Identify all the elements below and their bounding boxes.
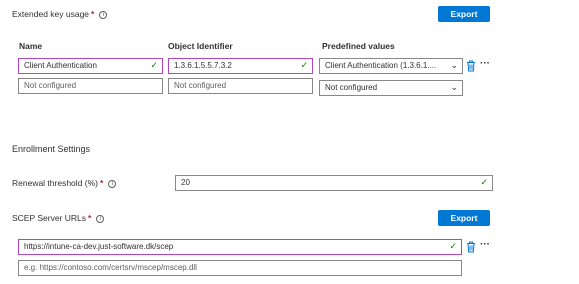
column-header-predefined: Predefined values (322, 41, 395, 51)
eku-predefined-dropdown-new[interactable]: Not configured ⌄ (319, 80, 463, 96)
eku-oid-placeholder: Not configured (174, 81, 227, 90)
required-marker: * (99, 178, 104, 188)
scep-url-input[interactable]: https://intune-ca-dev.just-software.dk/s… (18, 239, 462, 255)
eku-predefined-placeholder: Not configured (325, 83, 378, 92)
eku-name-input-new[interactable]: Not configured (18, 78, 163, 94)
column-header-oid: Object Identifier (168, 41, 233, 51)
trash-icon[interactable] (466, 241, 476, 253)
trash-icon[interactable] (466, 60, 476, 72)
checkmark-icon: ✓ (300, 61, 308, 71)
info-icon[interactable]: i (96, 215, 105, 223)
renewal-threshold-input[interactable]: 20 ✓ (175, 175, 493, 191)
info-icon[interactable]: i (99, 11, 108, 19)
scep-url-placeholder: e.g. https://contoso.com/certsrv/mscep/m… (24, 263, 197, 272)
column-header-name: Name (19, 41, 43, 51)
chevron-down-icon: ⌄ (450, 83, 458, 93)
more-icon[interactable]: ··· (480, 239, 490, 250)
scep-export-button[interactable]: Export (438, 210, 490, 226)
eku-label-row: Extended key usage * i (12, 9, 108, 19)
enrollment-settings-title: Enrollment Settings (12, 144, 91, 154)
eku-label: Extended key usage (12, 9, 90, 19)
eku-oid-input[interactable]: 1.3.6.1.5.5.7.3.2 ✓ (168, 58, 313, 74)
renewal-threshold-label: Renewal threshold (%) (12, 178, 98, 188)
eku-name-value: Client Authentication (24, 61, 97, 70)
renewal-label-row: Renewal threshold (%) * i (12, 178, 117, 188)
scep-label-row: SCEP Server URLs * i (12, 213, 105, 223)
checkmark-icon: ✓ (150, 61, 158, 71)
eku-predefined-dropdown[interactable]: Client Authentication (1.3.6.1.... ⌄ (319, 58, 463, 74)
eku-name-input[interactable]: Client Authentication ✓ (18, 58, 163, 74)
scep-url-input-new[interactable]: e.g. https://contoso.com/certsrv/mscep/m… (18, 260, 462, 276)
checkmark-icon: ✓ (449, 242, 457, 252)
required-marker: * (91, 9, 95, 19)
chevron-down-icon: ⌄ (450, 61, 458, 71)
info-icon[interactable]: i (108, 180, 117, 188)
eku-name-placeholder: Not configured (24, 81, 77, 90)
checkmark-icon: ✓ (480, 178, 488, 188)
required-marker: * (88, 213, 92, 223)
eku-predefined-value: Client Authentication (1.3.6.1.... (325, 61, 437, 70)
renewal-threshold-value: 20 (181, 178, 190, 187)
eku-export-button[interactable]: Export (438, 6, 490, 22)
scep-url-value: https://intune-ca-dev.just-software.dk/s… (24, 242, 174, 251)
eku-oid-value: 1.3.6.1.5.5.7.3.2 (174, 61, 232, 70)
scep-urls-label: SCEP Server URLs (12, 213, 87, 223)
more-icon[interactable]: ··· (480, 58, 490, 69)
eku-oid-input-new[interactable]: Not configured (168, 78, 313, 94)
